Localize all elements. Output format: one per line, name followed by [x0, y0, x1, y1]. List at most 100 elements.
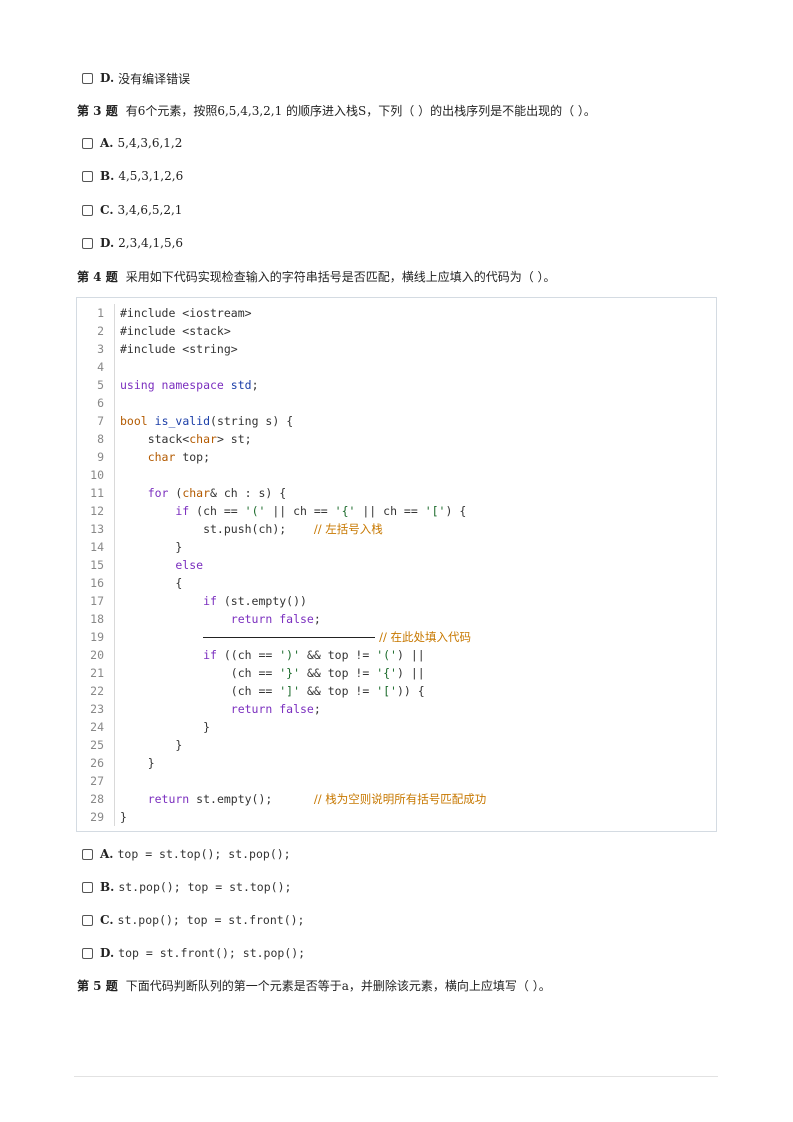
- code-token: || ch ==: [355, 504, 425, 518]
- option-code: st.pop(); top = st.top();: [118, 880, 292, 894]
- q3-option-a[interactable]: A. 5,4,3,6,1,2: [82, 135, 182, 151]
- code-line: 5 using namespace std;: [77, 376, 716, 394]
- code-line: 22 (ch == ']' && top != '[')) {: [77, 682, 716, 700]
- option-letter: D.: [100, 71, 115, 85]
- question-text: 下面代码判断队列的第一个元素是否等于a，并删除该元素，横向上应填写（ ）。: [125, 978, 551, 993]
- code-token: '(': [244, 504, 266, 518]
- code-token: (string s) {: [210, 414, 294, 428]
- q2-option-d[interactable]: D. 没有编译错误: [82, 70, 190, 86]
- option-code: st.pop(); top = st.front();: [117, 913, 305, 927]
- question-5: 第 5 题 下面代码判断队列的第一个元素是否等于a，并删除该元素，横向上应填写（…: [77, 976, 551, 994]
- line-number: 6: [97, 396, 104, 410]
- code-token: '(': [376, 648, 397, 662]
- option-text: 3,4,6,5,2,1: [117, 203, 183, 217]
- line-number: 17: [90, 594, 104, 608]
- checkbox[interactable]: [82, 881, 93, 893]
- line-content: }: [120, 538, 182, 556]
- line-content: // 在此处填入代码: [120, 628, 471, 646]
- checkbox[interactable]: [82, 914, 93, 926]
- question-number: 第 3 题: [77, 103, 118, 118]
- code-line: 25 }: [77, 736, 716, 754]
- line-content: (ch == ']' && top != '[')) {: [120, 682, 425, 700]
- code-token: '{': [334, 504, 356, 518]
- line-content: bool is_valid(string s) {: [120, 412, 293, 430]
- line-content: }: [120, 736, 182, 754]
- line-content: return false;: [120, 700, 321, 718]
- code-token: #include <string>: [120, 342, 238, 356]
- q4-option-c[interactable]: C. st.pop(); top = st.front();: [82, 912, 304, 928]
- line-number: 10: [90, 468, 104, 482]
- code-token: && top !=: [300, 684, 377, 698]
- code-token: #include <stack>: [120, 324, 231, 338]
- q4-option-a[interactable]: A. top = st.top(); st.pop();: [82, 846, 291, 862]
- fill-in-blank: [203, 628, 376, 638]
- code-line: 4: [77, 358, 716, 376]
- line-content: if (st.empty()): [120, 592, 307, 610]
- checkbox[interactable]: [82, 170, 93, 182]
- code-token: ;: [313, 702, 321, 716]
- line-content: }: [120, 754, 155, 772]
- checkbox[interactable]: [82, 947, 93, 959]
- line-content: #include <stack>: [120, 322, 231, 340]
- line-content: }: [120, 718, 210, 736]
- option-text: 4,5,3,1,2,6: [118, 169, 184, 183]
- code-line: 21 (ch == '}' && top != '{') ||: [77, 664, 716, 682]
- code-token: return: [120, 792, 190, 806]
- code-token: ;: [251, 378, 259, 392]
- code-token: ) ||: [396, 648, 425, 662]
- option-text: 2,3,4,1,5,6: [118, 236, 184, 250]
- checkbox[interactable]: [82, 72, 93, 84]
- code-token: if: [120, 504, 190, 518]
- code-token: char: [182, 486, 211, 500]
- q3-option-d[interactable]: D. 2,3,4,1,5,6: [82, 235, 183, 251]
- code-token: top;: [175, 450, 211, 464]
- code-token: std: [230, 378, 252, 392]
- code-token: '}': [279, 666, 301, 680]
- code-token: }: [120, 720, 211, 734]
- checkbox[interactable]: [82, 137, 93, 149]
- line-number: 5: [97, 378, 104, 392]
- line-number: 11: [90, 486, 104, 500]
- line-number: 16: [90, 576, 104, 590]
- code-token: ')': [279, 648, 301, 662]
- code-line: 15 else: [77, 556, 716, 574]
- code-token: if: [120, 594, 217, 608]
- q4-option-d[interactable]: D. top = st.front(); st.pop();: [82, 945, 305, 961]
- code-line: 16 {: [77, 574, 716, 592]
- code-token: for: [120, 486, 169, 500]
- q4-option-b[interactable]: B. st.pop(); top = st.top();: [82, 879, 291, 895]
- question-number: 第 5 题: [77, 978, 118, 993]
- line-number: 27: [90, 774, 104, 788]
- code-line: 1 #include <iostream>: [77, 304, 716, 322]
- checkbox[interactable]: [82, 204, 93, 216]
- question-text: 有6个元素，按照6,5,4,3,2,1 的顺序进入栈S，下列（ ）的出栈序列是不…: [125, 103, 596, 118]
- line-number: 12: [90, 504, 104, 518]
- line-number: 15: [90, 558, 104, 572]
- code-line: 28 return st.empty(); // 栈为空则说明所有括号匹配成功: [77, 790, 716, 808]
- code-line: 17 if (st.empty()): [77, 592, 716, 610]
- code-token: return false: [120, 612, 314, 626]
- code-line: 20 if ((ch == ')' && top != '(') ||: [77, 646, 716, 664]
- line-content: if ((ch == ')' && top != '(') ||: [120, 646, 425, 664]
- line-number: 4: [97, 360, 104, 374]
- q3-option-c[interactable]: C. 3,4,6,5,2,1: [82, 202, 182, 218]
- code-line: 12 if (ch == '(' || ch == '{' || ch == '…: [77, 502, 716, 520]
- code-token: ;: [313, 612, 321, 626]
- code-token: )) {: [396, 684, 425, 698]
- code-comment: // 左括号入栈: [313, 522, 383, 536]
- line-number: 7: [97, 414, 104, 428]
- line-content: st.push(ch); // 左括号入栈: [120, 520, 383, 538]
- line-content: return false;: [120, 610, 321, 628]
- code-line: 10: [77, 466, 716, 484]
- line-content: return st.empty(); // 栈为空则说明所有括号匹配成功: [120, 790, 487, 808]
- q3-option-b[interactable]: B. 4,5,3,1,2,6: [82, 168, 183, 184]
- code-token: '[': [376, 684, 397, 698]
- code-line: 27: [77, 772, 716, 790]
- code-line: 9 char top;: [77, 448, 716, 466]
- option-text: 5,4,3,6,1,2: [117, 136, 183, 150]
- line-number: 8: [97, 432, 104, 446]
- checkbox[interactable]: [82, 237, 93, 249]
- code-token: char: [189, 432, 217, 446]
- checkbox[interactable]: [82, 848, 93, 860]
